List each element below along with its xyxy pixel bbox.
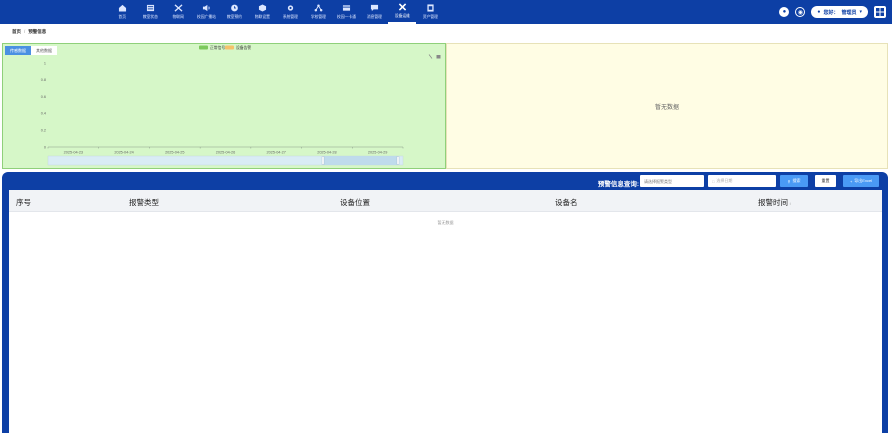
date-placeholder: 选择日期	[716, 178, 733, 183]
breadcrumb-current: 预警信息	[28, 29, 47, 34]
x-tick-label: 2025-04-27	[266, 151, 285, 155]
classroom-icon	[146, 4, 154, 12]
breadcrumb-home[interactable]: 首页	[12, 29, 21, 34]
search-button-label: 搜索	[792, 178, 801, 183]
chat-icon[interactable]: ●	[779, 7, 790, 17]
nav-item-broadcast[interactable]: 校园广播站	[192, 0, 220, 24]
eye-icon[interactable]: ◉	[795, 7, 806, 17]
card-icon	[342, 5, 350, 11]
column-header-device-name[interactable]: 设备名	[555, 197, 578, 208]
reset-button-label: 重置	[821, 178, 830, 183]
legend-swatch	[199, 45, 208, 50]
iot-icon	[174, 4, 182, 12]
y-tick-label: 1	[44, 61, 46, 65]
message-icon	[370, 4, 378, 12]
clock-icon	[230, 4, 238, 12]
alarm-type-select[interactable]	[640, 175, 704, 187]
cube-icon	[258, 4, 266, 12]
sensor-line-chart: 正常信号 设备告警 1 0.8 0.6 0.4 0.2 0 2025-04-23 2025-04-…	[41, 45, 404, 166]
reset-button[interactable]: 重置	[815, 175, 836, 187]
column-header-device-location[interactable]: 设备位置	[340, 197, 370, 208]
nav-item-classroom-status[interactable]: 教室状态	[136, 0, 164, 24]
y-tick-label: 0.4	[41, 112, 46, 116]
user-menu[interactable]: ● 您好： 管理员 ▾	[811, 6, 868, 18]
gear-icon	[287, 5, 293, 11]
network-icon	[314, 4, 322, 12]
search-icon: ⚲	[787, 178, 791, 184]
header-actions: ● ◉ ● 您好： 管理员 ▾	[779, 5, 886, 19]
secondary-chart-panel: 暂无数据	[446, 43, 888, 169]
nav-item-iot[interactable]: 物联网	[164, 0, 192, 24]
export-button-label: 导出Excel	[854, 178, 873, 183]
column-header-index[interactable]: 序号	[16, 197, 31, 208]
greeting-text: 您好：	[823, 9, 839, 16]
data-zoom-handle-left	[321, 156, 325, 165]
x-tick-label: 2025-04-28	[317, 151, 336, 155]
y-tick-label: 0.8	[41, 78, 46, 82]
column-header-alarm-time[interactable]: 报警时间	[758, 197, 791, 208]
empty-state-text: 暂无数据	[654, 105, 679, 111]
user-icon: ●	[817, 9, 821, 15]
main-nav: 首页 教室状态 物联网 校园广播站 教室预约 物联设置 系统管理 学校管理 校园…	[108, 0, 444, 24]
nav-item-device-maintenance[interactable]: 设备运维	[388, 0, 416, 24]
asset-icon	[426, 4, 434, 12]
nav-item-system-management[interactable]: 系统管理	[276, 0, 304, 24]
y-tick-label: 0.6	[41, 95, 46, 99]
table-empty-text: 暂无数据	[437, 220, 454, 225]
data-zoom-window	[323, 156, 398, 165]
x-tick-label: 2025-04-24	[114, 151, 133, 155]
alarm-table: 序号 报警类型 设备位置 设备名 报警时间 暂无数据	[9, 190, 882, 433]
y-tick-label: 0	[44, 145, 46, 149]
app-grid-icon[interactable]	[874, 6, 886, 18]
sensor-chart-panel: 传感数据 其他数据 正常信号 设备告警 1 0.8 0.6 0.4 0.2 0 2025-04-…	[2, 43, 446, 169]
nav-item-campus-card[interactable]: 校园一卡通	[332, 0, 360, 24]
date-picker[interactable]: □ 选择日期	[708, 175, 776, 187]
plus-icon: +	[849, 178, 853, 184]
username-text: 管理员	[841, 9, 857, 16]
nav-item-message-management[interactable]: 消息管理	[360, 0, 388, 24]
alarm-query-label: 预警信息查询:	[597, 181, 639, 188]
nav-item-classroom-booking[interactable]: 教室预约	[220, 0, 248, 24]
tools-icon	[398, 3, 406, 11]
y-tick-label: 0.2	[41, 129, 46, 133]
breadcrumb: 首页 / 预警信息	[12, 29, 47, 34]
legend-label: 正常信号	[210, 45, 225, 50]
nav-item-iot-settings[interactable]: 物联设置	[248, 0, 276, 24]
x-tick-label: 2025-04-25	[165, 151, 184, 155]
home-icon	[118, 4, 126, 12]
column-header-alarm-type[interactable]: 报警类型	[129, 197, 159, 208]
nav-item-home[interactable]: 首页	[108, 0, 136, 24]
search-button[interactable]: ⚲ 搜索	[780, 175, 808, 187]
nav-item-school-management[interactable]: 学校管理	[304, 0, 332, 24]
table-header: 序号 报警类型 设备位置 设备名 报警时间	[9, 190, 882, 212]
calendar-icon: □	[712, 178, 715, 184]
chevron-down-icon: ▾	[859, 9, 862, 15]
legend-label: 设备告警	[236, 45, 251, 50]
x-tick-label: 2025-04-23	[64, 151, 83, 155]
x-tick-label: 2025-04-26	[216, 151, 235, 155]
x-tick-label: 2025-04-29	[368, 151, 387, 155]
data-zoom-handle-right	[396, 156, 400, 165]
legend-swatch	[225, 45, 234, 50]
nav-item-asset-management[interactable]: 资产管理	[416, 0, 444, 24]
top-nav-bar: 首页 教室状态 物联网 校园广播站 教室预约 物联设置 系统管理 学校管理 校园…	[0, 0, 892, 24]
export-excel-button[interactable]: + 导出Excel	[843, 175, 879, 187]
broadcast-icon	[202, 4, 210, 12]
